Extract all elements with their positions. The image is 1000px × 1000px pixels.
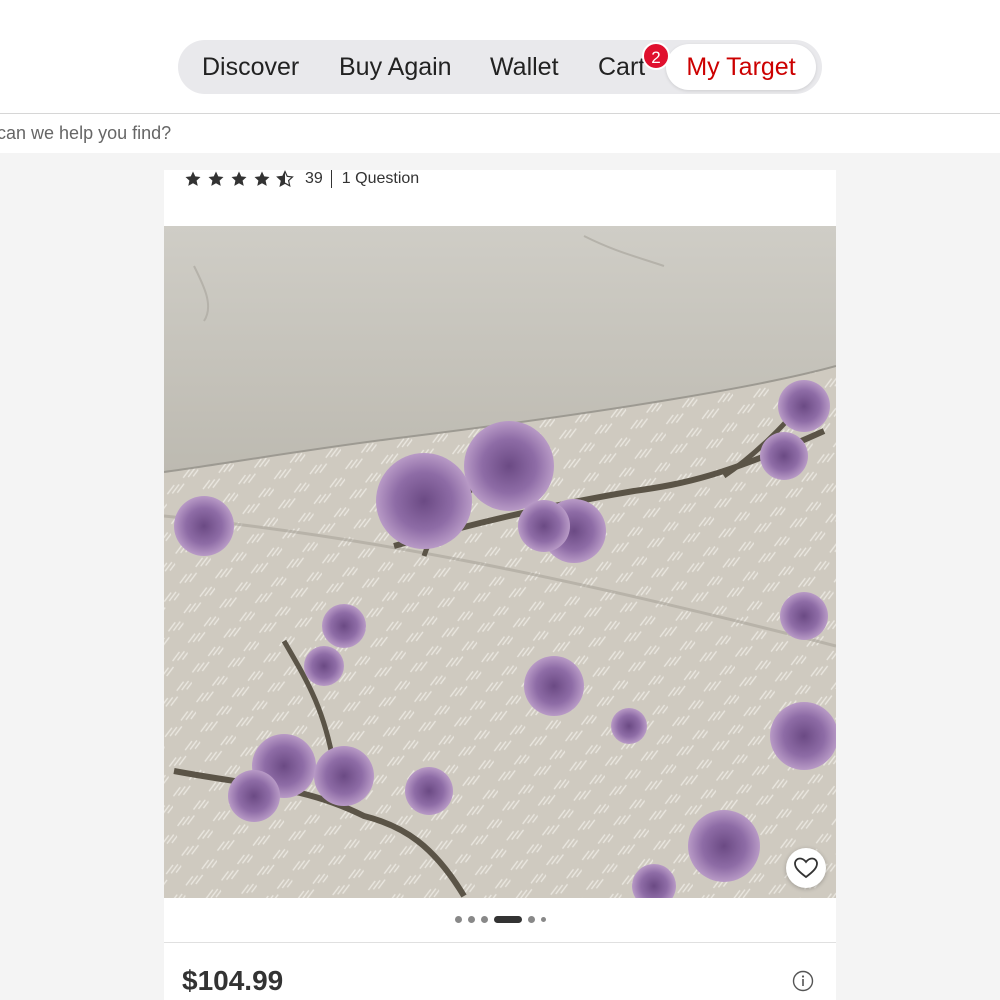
tab-wallet[interactable]: Wallet bbox=[490, 40, 559, 94]
star-icon bbox=[185, 171, 201, 186]
cart-count-badge: 2 bbox=[642, 42, 670, 70]
tab-cart[interactable]: Cart bbox=[598, 40, 645, 94]
search-bar bbox=[0, 113, 1000, 154]
carousel-dot[interactable] bbox=[467, 915, 475, 923]
price: $104.99 bbox=[182, 965, 284, 996]
carousel-dot[interactable] bbox=[540, 916, 546, 922]
carousel-dot[interactable] bbox=[480, 915, 488, 923]
carousel-dot-active[interactable] bbox=[493, 915, 522, 923]
divider bbox=[164, 942, 836, 943]
tab-buy-again[interactable]: Buy Again bbox=[339, 40, 452, 94]
divider bbox=[330, 170, 332, 188]
heart-icon bbox=[794, 857, 818, 879]
tab-discover[interactable]: Discover bbox=[202, 40, 299, 94]
product-card: 39 1 Question $104.99 bbox=[164, 170, 836, 1000]
search-input[interactable] bbox=[0, 114, 990, 152]
rating-row[interactable]: 39 1 Question bbox=[184, 170, 419, 188]
tab-bar: Discover Buy Again Wallet Cart My Target bbox=[178, 40, 822, 94]
star-icon bbox=[254, 171, 270, 186]
carousel-dot[interactable] bbox=[527, 915, 535, 923]
floral-comforter-photo[interactable] bbox=[164, 226, 836, 898]
favorite-button[interactable] bbox=[786, 848, 826, 888]
star-icon bbox=[208, 171, 224, 186]
questions-link[interactable]: 1 Question bbox=[342, 170, 419, 188]
rating-count: 39 bbox=[305, 170, 323, 187]
tab-my-target[interactable]: My Target bbox=[666, 44, 816, 90]
top-nav: Discover Buy Again Wallet Cart My Target… bbox=[0, 0, 1000, 113]
image-carousel-indicator[interactable] bbox=[164, 912, 836, 926]
half-star-icon bbox=[276, 170, 294, 187]
info-icon[interactable] bbox=[792, 970, 814, 992]
carousel-dot[interactable] bbox=[454, 915, 462, 923]
star-icon bbox=[231, 171, 247, 186]
